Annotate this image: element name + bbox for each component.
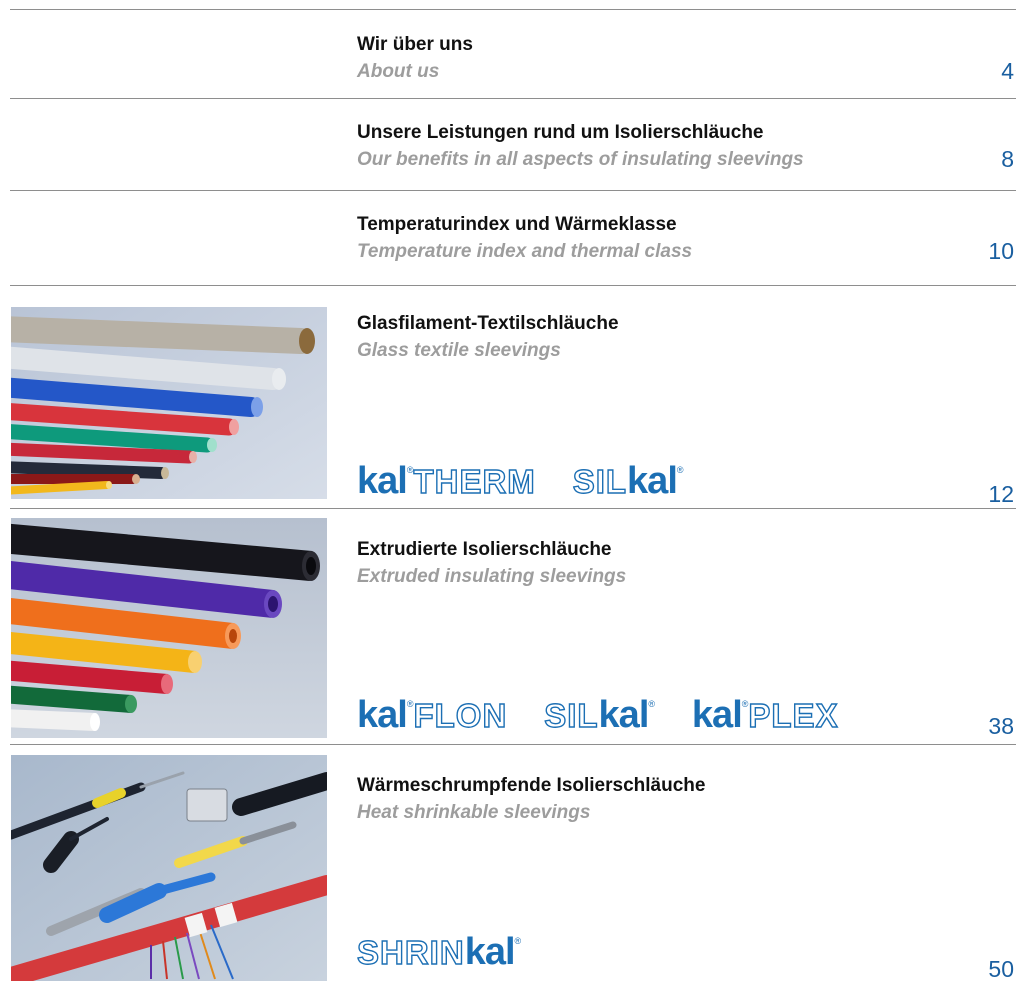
logo-shrinkal: SHRINkal® xyxy=(356,931,522,973)
divider xyxy=(10,190,1016,191)
entry-title: Extrudierte Isolierschläuche xyxy=(357,539,612,560)
entry-subtitle: Our benefits in all aspects of insulatin… xyxy=(357,149,804,170)
divider xyxy=(10,744,1016,745)
divider xyxy=(10,9,1016,10)
entry-subtitle: Heat shrinkable sleevings xyxy=(357,802,591,823)
entry-subtitle: Extruded insulating sleevings xyxy=(357,566,627,587)
heat-shrink-photo xyxy=(11,755,327,981)
entry-title: Wir über uns xyxy=(357,34,473,55)
logo-silkal: SILkal® xyxy=(572,460,684,502)
page-number[interactable]: 8 xyxy=(1001,146,1014,173)
logo-silkal: SILkal® xyxy=(543,694,656,736)
entry-title: Unsere Leistungen rund um Isolierschläuc… xyxy=(357,122,764,143)
entry-subtitle: Temperature index and thermal class xyxy=(357,241,693,262)
page-number[interactable]: 38 xyxy=(988,713,1014,740)
logo-kalplex: kal®PLEX xyxy=(691,694,839,736)
entry-title: Wärmeschrumpfende Isolierschläuche xyxy=(357,775,706,796)
logo-kaltherm: kal®THERM xyxy=(357,460,536,502)
logo-kalflon: kal®FLON xyxy=(357,694,508,736)
divider xyxy=(10,98,1016,99)
entry-subtitle: Glass textile sleevings xyxy=(357,340,561,361)
extruded-sleevings-photo xyxy=(11,518,327,738)
divider xyxy=(10,508,1016,509)
page-number[interactable]: 4 xyxy=(1001,58,1014,85)
divider xyxy=(10,285,1016,286)
brand-logos: kal®THERM SILkal® xyxy=(357,462,684,500)
page-number[interactable]: 10 xyxy=(988,238,1014,265)
entry-subtitle: About us xyxy=(357,61,440,82)
entry-title: Temperaturindex und Wärmeklasse xyxy=(357,214,677,235)
entry-title: Glasfilament-Textilschläuche xyxy=(357,313,619,334)
brand-logos: SHRINkal® xyxy=(356,931,522,973)
page-number[interactable]: 50 xyxy=(988,956,1014,983)
page-number[interactable]: 12 xyxy=(988,481,1014,508)
glass-sleevings-photo xyxy=(11,307,327,499)
brand-logos: kal®FLON SILkal® kal®PLEX xyxy=(357,696,839,734)
